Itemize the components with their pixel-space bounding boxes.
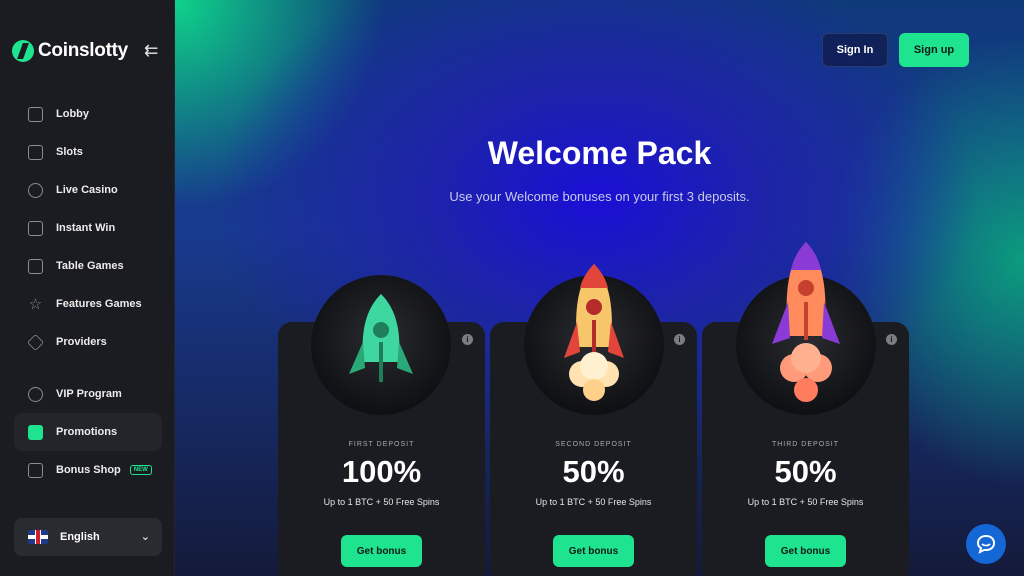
- info-icon[interactable]: i: [886, 334, 897, 345]
- sidebar-item-label: Live Casino: [56, 184, 118, 196]
- sidebar-item-live-casino[interactable]: Live Casino: [14, 171, 162, 209]
- sidebar-item-label: Promotions: [56, 426, 118, 438]
- page-title: Welcome Pack: [487, 135, 712, 171]
- cards-icon: [28, 258, 43, 274]
- yellow-rocket-icon: [564, 264, 624, 401]
- card-label: FIRST DEPOSIT: [348, 441, 415, 448]
- collapse-sidebar-icon[interactable]: ⇇: [144, 42, 162, 60]
- card-percent: 50%: [774, 454, 837, 489]
- sidebar-item-slots[interactable]: Slots: [14, 133, 162, 171]
- sidebar-item-label: Bonus Shop: [56, 464, 121, 476]
- card-percent: 50%: [562, 454, 625, 489]
- sidebar-item-instant-win[interactable]: Instant Win: [14, 209, 162, 247]
- nav-divider: [14, 361, 162, 375]
- gift-icon: [28, 424, 43, 440]
- new-badge: NEW: [129, 465, 152, 475]
- sidebar-item-label: Instant Win: [56, 222, 116, 234]
- sidebar-item-label: Slots: [56, 146, 83, 158]
- info-icon[interactable]: i: [462, 334, 473, 345]
- sidebar-item-vip-program[interactable]: VIP Program: [14, 375, 162, 413]
- sidebar-item-promotions[interactable]: Promotions: [14, 413, 162, 451]
- brand-logo[interactable]: Coinslotty: [12, 40, 128, 62]
- info-icon[interactable]: i: [674, 334, 685, 345]
- sign-in-button[interactable]: Sign In: [822, 33, 888, 67]
- sidebar-item-lobby[interactable]: Lobby: [14, 95, 162, 133]
- sidebar-item-bonus-shop[interactable]: Bonus Shop NEW: [14, 451, 162, 489]
- brand-name: Coinslotty: [38, 40, 128, 61]
- bag-icon: [28, 462, 43, 478]
- sidebar-item-providers[interactable]: Providers: [14, 323, 162, 361]
- rocket-icon: [28, 220, 43, 236]
- sidebar-item-label: Providers: [56, 336, 107, 348]
- get-bonus-button[interactable]: Get bonus: [341, 535, 422, 567]
- sign-up-button[interactable]: Sign up: [899, 33, 969, 67]
- star-icon: ☆: [28, 295, 43, 313]
- sidebar-item-label: Lobby: [56, 108, 89, 120]
- get-bonus-button[interactable]: Get bonus: [765, 535, 846, 567]
- card-label: SECOND DEPOSIT: [555, 441, 632, 448]
- sidebar: Coinslotty ⇇ Lobby Slots Live Casino Ins…: [0, 0, 175, 576]
- main-content: Sign In Sign up Welcome Pack Use your We…: [175, 0, 1024, 576]
- card-label: THIRD DEPOSIT: [771, 441, 840, 448]
- green-rocket-icon: [349, 294, 413, 382]
- uk-flag-icon: [28, 530, 48, 544]
- logo-icon: [12, 40, 34, 62]
- card-description: Up to 1 BTC + 50 Free Spins: [535, 497, 652, 507]
- sidebar-item-label: Features Games: [56, 298, 142, 310]
- page-subtitle: Use your Welcome bonuses on your first 3…: [449, 189, 750, 204]
- sidebar-item-features-games[interactable]: ☆ Features Games: [14, 285, 162, 323]
- get-bonus-button[interactable]: Get bonus: [553, 535, 634, 567]
- chevron-down-icon: ⌄: [140, 531, 150, 543]
- card-description: Up to 1 BTC + 50 Free Spins: [747, 497, 864, 507]
- sidebar-item-table-games[interactable]: Table Games: [14, 247, 162, 285]
- chat-support-button[interactable]: [966, 524, 1006, 564]
- card-description: Up to 1 BTC + 50 Free Spins: [323, 497, 440, 507]
- seven-icon: [28, 144, 43, 160]
- chat-icon: [976, 534, 996, 554]
- chip-icon: [28, 182, 43, 198]
- grid-icon: [28, 106, 43, 122]
- diamond-icon: [27, 333, 44, 351]
- sidebar-nav: Lobby Slots Live Casino Instant Win Tabl…: [14, 95, 162, 489]
- language-selector[interactable]: English ⌄: [14, 518, 162, 556]
- medal-icon: [28, 386, 43, 402]
- orange-rocket-icon: [772, 242, 840, 402]
- sidebar-item-label: VIP Program: [56, 388, 122, 400]
- language-label: English: [60, 531, 100, 543]
- card-percent: 100%: [341, 454, 422, 489]
- sidebar-item-label: Table Games: [56, 260, 124, 272]
